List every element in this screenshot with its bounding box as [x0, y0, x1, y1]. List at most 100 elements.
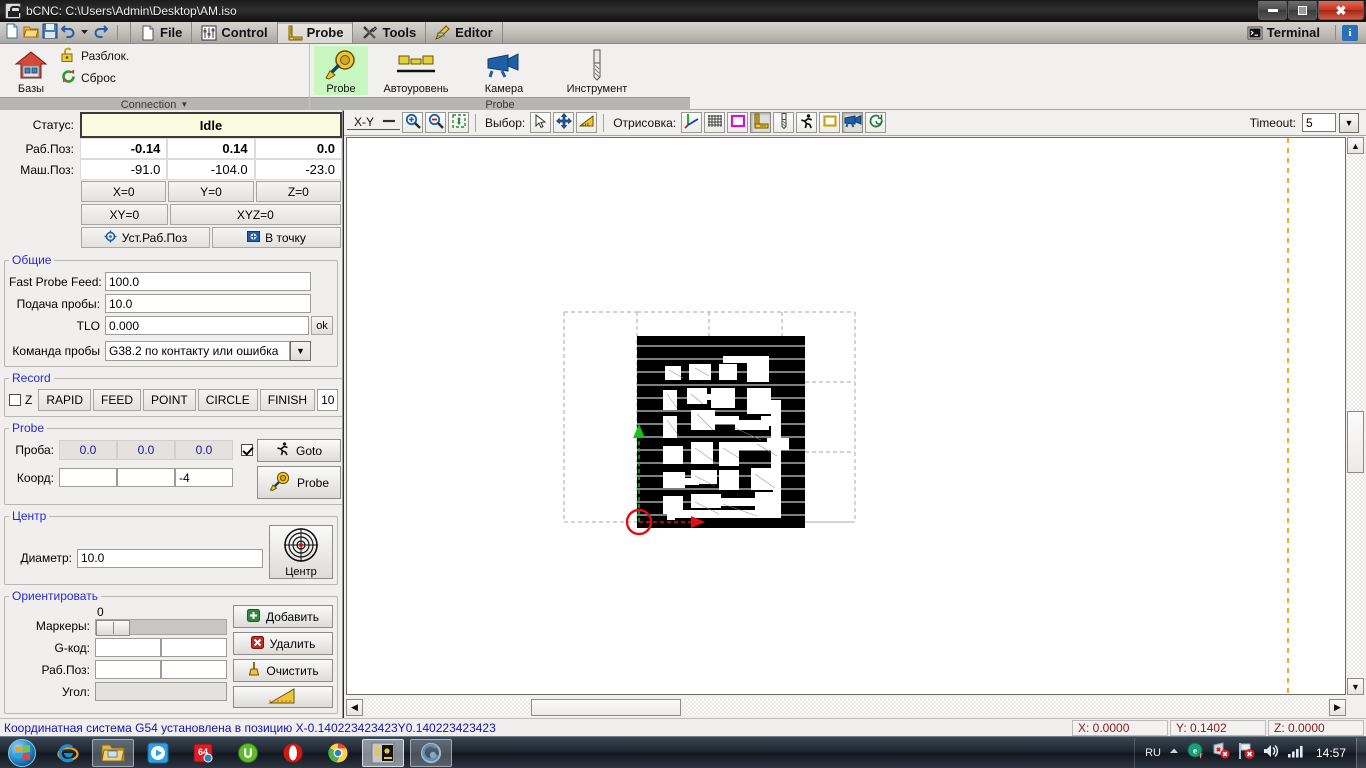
new-file-icon[interactable] [4, 23, 20, 42]
scroll-left-button[interactable]: ◀ [346, 699, 363, 716]
ribbon-group-connection-label[interactable]: Connection ▼ [0, 97, 309, 111]
probe-enable-checkbox[interactable] [241, 444, 253, 456]
volume-icon[interactable] [1262, 743, 1280, 762]
zoom-fit-button[interactable] [448, 112, 470, 133]
clear-markers-button[interactable]: Очистить [233, 659, 333, 682]
canvas-vscrollbar[interactable]: ▲ ▼ [1347, 137, 1364, 695]
minimize-button[interactable] [1258, 1, 1287, 20]
autolevel-button[interactable]: Автоуровень [370, 46, 462, 95]
record-value-input[interactable]: 10 [317, 389, 339, 411]
camera-button[interactable]: Камера [464, 46, 544, 95]
probe-feed-input[interactable]: 10.0 [105, 294, 311, 313]
reset-button[interactable]: Сброс [60, 68, 129, 88]
antivirus-icon[interactable]: e! [1187, 742, 1205, 763]
taskbar-item-file-explorer[interactable] [92, 738, 134, 767]
draw-endmill-button[interactable] [773, 112, 795, 133]
fast-probe-feed-input[interactable]: 100.0 [105, 272, 311, 291]
coord-z-input[interactable]: -4 [175, 468, 233, 487]
taskbar-item-opera[interactable] [272, 739, 314, 767]
show-desktop-button[interactable] [1356, 737, 1366, 768]
redo-icon[interactable] [92, 23, 109, 42]
coord-x-input[interactable] [59, 468, 117, 487]
chevron-down-icon[interactable]: ▼ [290, 341, 311, 361]
probe-action-button[interactable]: Probe [257, 466, 341, 499]
hscroll-thumb[interactable] [531, 699, 681, 716]
taskbar-item-internet-explorer[interactable] [47, 739, 89, 767]
record-z-checkbox[interactable] [9, 394, 21, 406]
tlo-input[interactable]: 0.000 [105, 316, 309, 335]
gcode-x-input[interactable] [95, 638, 161, 657]
save-icon[interactable] [42, 23, 58, 42]
zoom-out-button[interactable] [425, 112, 447, 133]
zero-z-button[interactable]: Z=0 [255, 181, 341, 202]
timeout-dropdown-button[interactable]: ▼ [1339, 112, 1359, 133]
terminal-button[interactable]: Terminal [1238, 25, 1329, 41]
draw-camera-button[interactable] [842, 112, 864, 133]
record-feed-button[interactable]: FEED [93, 389, 142, 411]
record-circle-button[interactable]: CIRCLE [197, 389, 258, 411]
zero-y-button[interactable]: Y=0 [168, 181, 254, 202]
zero-x-button[interactable]: X=0 [81, 181, 167, 202]
set-wpos-button[interactable]: Уст.Раб.Поз [81, 227, 210, 248]
taskbar-item-bcnc[interactable] [362, 738, 404, 767]
unlock-button[interactable]: Разблок. [60, 46, 129, 66]
signal-icon[interactable] [1287, 744, 1305, 761]
orient-apply-button[interactable] [233, 686, 333, 708]
info-button[interactable]: i [1342, 24, 1358, 41]
diameter-input[interactable]: 10.0 [77, 548, 263, 568]
taskbar-item-movie-converter[interactable]: 64 [182, 739, 224, 767]
goto-button[interactable]: Goto [257, 439, 341, 462]
start-button[interactable] [0, 738, 44, 768]
show-hidden-icon[interactable] [1168, 745, 1180, 760]
draw-workarea-button[interactable] [819, 112, 841, 133]
add-marker-button[interactable]: Добавить [233, 605, 333, 628]
draw-grid-button[interactable] [704, 112, 726, 133]
select-pan-button[interactable] [553, 112, 575, 133]
tlo-ok-button[interactable]: ok [311, 316, 333, 335]
gcode-y-input[interactable] [161, 638, 227, 657]
record-rapid-button[interactable]: RAPID [38, 389, 92, 411]
draw-axes-button[interactable] [681, 112, 703, 133]
coord-y-input[interactable] [117, 468, 175, 487]
network-error-icon[interactable] [1212, 742, 1230, 763]
zoom-in-button[interactable] [402, 112, 424, 133]
tab-probe[interactable]: Probe [277, 22, 354, 43]
select-pointer-button[interactable] [530, 112, 552, 133]
select-ruler-button[interactable] [576, 112, 598, 133]
scroll-down-button[interactable]: ▼ [1347, 678, 1364, 695]
close-button[interactable]: ✖ [1318, 1, 1364, 20]
record-point-button[interactable]: POINT [143, 389, 196, 411]
center-button[interactable]: Центр [269, 525, 333, 579]
tab-control[interactable]: Control [192, 22, 278, 43]
scroll-up-button[interactable]: ▲ [1347, 137, 1364, 154]
canvas-hscrollbar[interactable]: ◀ ▶ [346, 699, 1346, 716]
probe-command-combo[interactable]: G38.2 по контакту или ошибка ▼ [105, 341, 311, 361]
timeout-input[interactable]: 5 [1302, 113, 1336, 132]
record-finish-button[interactable]: FINISH [259, 389, 316, 411]
vscroll-thumb[interactable] [1347, 411, 1364, 473]
delete-marker-button[interactable]: Удалить [233, 632, 333, 655]
markers-slider-knob[interactable] [96, 620, 130, 636]
draw-margin-button[interactable] [727, 112, 749, 133]
draw-ruler-button[interactable] [750, 112, 772, 133]
markers-slider[interactable] [95, 619, 227, 636]
flag-error-icon[interactable] [1237, 742, 1255, 763]
language-indicator[interactable]: RU [1145, 747, 1161, 759]
zero-xyz-button[interactable]: XYZ=0 [169, 204, 341, 225]
scroll-right-button[interactable]: ▶ [1329, 699, 1346, 716]
undo-icon[interactable] [60, 23, 77, 42]
gcode-viewport[interactable] [346, 137, 1346, 695]
orient-wpos-y-input[interactable] [161, 660, 227, 679]
probe-tool-button[interactable]: Probe [314, 46, 368, 95]
tool-button[interactable]: Инструмент [546, 46, 648, 95]
goto-point-button[interactable]: В точку [212, 227, 341, 248]
tab-editor[interactable]: Editor [426, 22, 503, 43]
taskbar-item-chrome[interactable] [317, 739, 359, 767]
tab-file[interactable]: File [130, 22, 193, 43]
undo-dropdown-icon[interactable] [80, 23, 89, 42]
tab-tools[interactable]: Tools [353, 22, 427, 43]
taskbar-item-utorrent[interactable] [227, 739, 269, 767]
home-button[interactable]: Базы [4, 46, 58, 95]
taskbar-item-flashplayer[interactable] [410, 738, 452, 767]
draw-probe-path-button[interactable] [865, 112, 887, 133]
